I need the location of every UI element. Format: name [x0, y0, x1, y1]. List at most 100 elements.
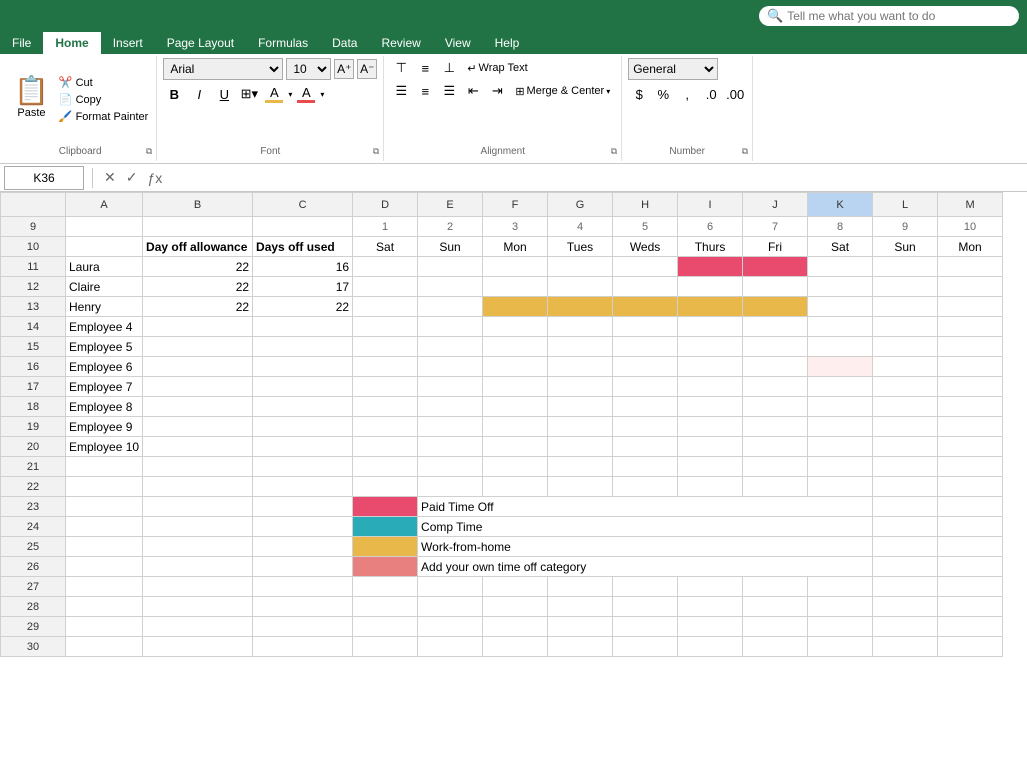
col-header-I[interactable]: I: [678, 193, 743, 217]
row-header-13[interactable]: 13: [1, 297, 66, 317]
cell-G12[interactable]: [548, 277, 613, 297]
cell-M10[interactable]: Mon: [938, 237, 1003, 257]
cell-E12[interactable]: [418, 277, 483, 297]
cell-A16[interactable]: Employee 6: [66, 357, 143, 377]
cell-K12[interactable]: [808, 277, 873, 297]
cell-H12[interactable]: [613, 277, 678, 297]
cell-J9[interactable]: 7: [743, 217, 808, 237]
fill-color-button[interactable]: A: [263, 83, 285, 105]
cell-B13[interactable]: 22: [143, 297, 253, 317]
tab-insert[interactable]: Insert: [101, 32, 155, 54]
font-size-select[interactable]: 10: [286, 58, 331, 80]
fill-color-arrow[interactable]: ▾: [288, 90, 292, 99]
merge-arrow[interactable]: ▾: [606, 87, 610, 96]
cell-reference-input[interactable]: [4, 166, 84, 190]
row-header-18[interactable]: 18: [1, 397, 66, 417]
tab-file[interactable]: File: [0, 32, 43, 54]
tab-home[interactable]: Home: [43, 32, 100, 54]
cell-K9[interactable]: 8: [808, 217, 873, 237]
cancel-formula-icon[interactable]: ✕: [101, 168, 119, 187]
cell-B12[interactable]: 22: [143, 277, 253, 297]
formula-input[interactable]: [169, 166, 1027, 190]
underline-button[interactable]: U: [213, 83, 235, 105]
cell-I9[interactable]: 6: [678, 217, 743, 237]
font-size-decrease-button[interactable]: A⁻: [357, 59, 377, 79]
legend-wfh-label[interactable]: Work-from-home: [418, 537, 873, 557]
cell-D11[interactable]: [353, 257, 418, 277]
cell-D12[interactable]: [353, 277, 418, 297]
tab-data[interactable]: Data: [320, 32, 369, 54]
format-painter-button[interactable]: 🖌️ Format Painter: [57, 109, 150, 124]
cell-A10[interactable]: [66, 237, 143, 257]
cell-I10[interactable]: Thurs: [678, 237, 743, 257]
row-header-19[interactable]: 19: [1, 417, 66, 437]
cell-D13[interactable]: [353, 297, 418, 317]
search-bar[interactable]: 🔍: [759, 6, 1019, 26]
cell-M9[interactable]: 10: [938, 217, 1003, 237]
cell-I11[interactable]: [678, 257, 743, 277]
font-color-button[interactable]: A: [295, 83, 317, 105]
number-expander[interactable]: ⧉: [742, 146, 748, 157]
cell-J10[interactable]: Fri: [743, 237, 808, 257]
number-format-select[interactable]: General: [628, 58, 718, 80]
cell-J12[interactable]: [743, 277, 808, 297]
cell-C11[interactable]: 16: [253, 257, 353, 277]
cell-L10[interactable]: Sun: [873, 237, 938, 257]
cell-E11[interactable]: [418, 257, 483, 277]
col-header-G[interactable]: G: [548, 193, 613, 217]
cell-C9[interactable]: [253, 217, 353, 237]
cell-J11[interactable]: [743, 257, 808, 277]
font-family-select[interactable]: Arial: [163, 58, 283, 80]
align-left-button[interactable]: ☰: [390, 81, 412, 101]
row-header-16[interactable]: 16: [1, 357, 66, 377]
cell-A15[interactable]: Employee 5: [66, 337, 143, 357]
cell-F10[interactable]: Mon: [483, 237, 548, 257]
row-header-23[interactable]: 23: [1, 497, 66, 517]
cell-G10[interactable]: Tues: [548, 237, 613, 257]
cell-H13[interactable]: [613, 297, 678, 317]
cell-G11[interactable]: [548, 257, 613, 277]
cell-H9[interactable]: 5: [613, 217, 678, 237]
font-expander[interactable]: ⧉: [373, 146, 379, 157]
indent-increase-button[interactable]: ⇥: [486, 81, 508, 101]
col-header-H[interactable]: H: [613, 193, 678, 217]
indent-decrease-button[interactable]: ⇤: [462, 81, 484, 101]
cell-B14[interactable]: [143, 317, 253, 337]
legend-custom-color[interactable]: [353, 557, 418, 577]
cell-A11[interactable]: Laura: [66, 257, 143, 277]
cell-G13[interactable]: [548, 297, 613, 317]
cell-E9[interactable]: 2: [418, 217, 483, 237]
row-header-30[interactable]: 30: [1, 637, 66, 657]
cell-H10[interactable]: Weds: [613, 237, 678, 257]
percent-button[interactable]: %: [652, 83, 674, 105]
cell-L13[interactable]: [873, 297, 938, 317]
align-middle-button[interactable]: ≡: [414, 58, 436, 78]
row-header-29[interactable]: 29: [1, 617, 66, 637]
cell-M13[interactable]: [938, 297, 1003, 317]
row-header-12[interactable]: 12: [1, 277, 66, 297]
clipboard-expander[interactable]: ⧉: [146, 146, 152, 157]
cell-I12[interactable]: [678, 277, 743, 297]
cell-L12[interactable]: [873, 277, 938, 297]
italic-button[interactable]: I: [188, 83, 210, 105]
cell-E13[interactable]: [418, 297, 483, 317]
row-header-27[interactable]: 27: [1, 577, 66, 597]
cell-F12[interactable]: [483, 277, 548, 297]
row-header-17[interactable]: 17: [1, 377, 66, 397]
currency-button[interactable]: $: [628, 83, 650, 105]
row-header-9[interactable]: 9: [1, 217, 66, 237]
cell-C13[interactable]: 22: [253, 297, 353, 317]
row-header-25[interactable]: 25: [1, 537, 66, 557]
legend-custom-label[interactable]: Add your own time off category: [418, 557, 873, 577]
cell-A19[interactable]: Employee 9: [66, 417, 143, 437]
row-header-26[interactable]: 26: [1, 557, 66, 577]
cell-B10[interactable]: Day off allowance: [143, 237, 253, 257]
row-header-14[interactable]: 14: [1, 317, 66, 337]
cell-D9[interactable]: 1: [353, 217, 418, 237]
tab-help[interactable]: Help: [483, 32, 532, 54]
row-header-20[interactable]: 20: [1, 437, 66, 457]
search-input[interactable]: [787, 9, 987, 23]
merge-center-button[interactable]: ⊞ Merge & Center ▾: [510, 83, 615, 100]
cell-K13[interactable]: [808, 297, 873, 317]
cell-I13[interactable]: [678, 297, 743, 317]
